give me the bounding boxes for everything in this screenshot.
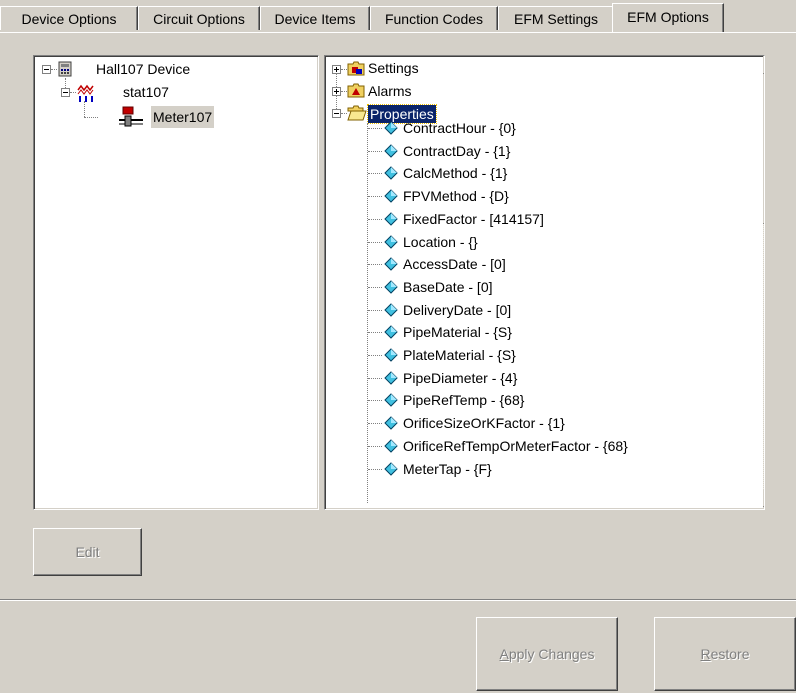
scroll-up-button[interactable]: [763, 56, 764, 74]
edit-button[interactable]: Edit: [33, 528, 142, 576]
collapse-toggle-station[interactable]: [61, 88, 70, 97]
expand-toggle-settings[interactable]: [332, 65, 341, 74]
restore-label: estore: [710, 646, 750, 662]
property-icon: [384, 144, 398, 158]
restore-button[interactable]: Restore: [654, 617, 796, 691]
property-icon: [384, 212, 398, 226]
tab-efm-options[interactable]: EFM Options: [612, 3, 724, 32]
property-icon: [384, 257, 398, 271]
property-icon: [384, 325, 398, 339]
property-label: FixedFactor - [414157]: [403, 211, 544, 227]
tree-item-settings[interactable]: Settings: [366, 56, 421, 80]
property-label: AccessDate - [0]: [403, 256, 506, 272]
tab-circuit-options[interactable]: Circuit Options: [138, 6, 260, 30]
property-label: DeliveryDate - [0]: [403, 302, 512, 318]
property-icon: [384, 189, 398, 203]
property-icon: [384, 348, 398, 362]
apply-label: pply Changes: [508, 646, 595, 662]
property-icon: [384, 166, 398, 180]
tree-item-meter[interactable]: Meter107: [151, 106, 215, 128]
scroll-thumb[interactable]: [763, 74, 764, 224]
settings-folder-icon: [347, 61, 365, 76]
scroll-down-button[interactable]: [763, 489, 764, 507]
apply-accelerator: A: [499, 646, 509, 662]
device-tree[interactable]: Hall107 Device stat107 Meter107: [33, 55, 319, 510]
tab-function-codes[interactable]: Function Codes: [370, 6, 498, 30]
property-label: ContractDay - {1}: [403, 143, 511, 159]
property-label: Location - {}: [403, 234, 478, 250]
property-icon: [384, 393, 398, 407]
tree-item-station[interactable]: stat107: [121, 81, 171, 103]
tab-device-items[interactable]: Device Items: [260, 6, 370, 30]
apply-changes-button[interactable]: Apply Changes: [476, 617, 618, 691]
tree-item-alarms[interactable]: Alarms: [366, 79, 414, 103]
property-icon: [384, 371, 398, 385]
property-label: PipeMaterial - {S}: [403, 324, 512, 340]
property-label: PipeDiameter - {4}: [403, 370, 518, 386]
tree-item-device[interactable]: Hall107 Device: [94, 58, 192, 80]
tab-page-top-border: [0, 32, 796, 33]
station-icon: [77, 84, 94, 102]
property-label: ContractHour - {0}: [403, 120, 516, 136]
device-icon: [58, 61, 72, 77]
meter-icon: [119, 106, 143, 127]
options-tree-scrollbar[interactable]: [763, 56, 764, 507]
restore-accelerator: R: [700, 646, 711, 662]
property-icon: [384, 121, 398, 135]
property-label: PipeRefTemp - {68}: [403, 392, 525, 408]
property-label: OrificeRefTempOrMeterFactor - {68}: [403, 438, 628, 454]
property-icon: [384, 462, 398, 476]
property-icon: [384, 416, 398, 430]
property-icon: [384, 235, 398, 249]
options-tree[interactable]: Settings Alarms Properties ContractHour …: [324, 55, 765, 510]
property-label: FPVMethod - {D}: [403, 188, 509, 204]
tab-strip: Device Options Circuit Options Device It…: [0, 0, 796, 34]
property-label: MeterTap - {F}: [403, 461, 492, 477]
property-label: BaseDate - [0]: [403, 279, 493, 295]
property-icon: [384, 303, 398, 317]
property-label: CalcMethod - {1}: [403, 165, 508, 181]
property-icon: [384, 280, 398, 294]
property-icon: [384, 439, 398, 453]
property-label: PlateMaterial - {S}: [403, 347, 516, 363]
expand-toggle-alarms[interactable]: [332, 87, 341, 96]
alarms-folder-icon: [347, 83, 365, 98]
tab-device-options[interactable]: Device Options: [0, 6, 138, 30]
tab-efm-settings[interactable]: EFM Settings: [498, 6, 614, 30]
open-folder-icon: [347, 105, 367, 121]
collapse-toggle-root[interactable]: [42, 65, 51, 74]
property-label: OrificeSizeOrKFactor - {1}: [403, 415, 565, 431]
collapse-toggle-properties[interactable]: [332, 109, 341, 118]
